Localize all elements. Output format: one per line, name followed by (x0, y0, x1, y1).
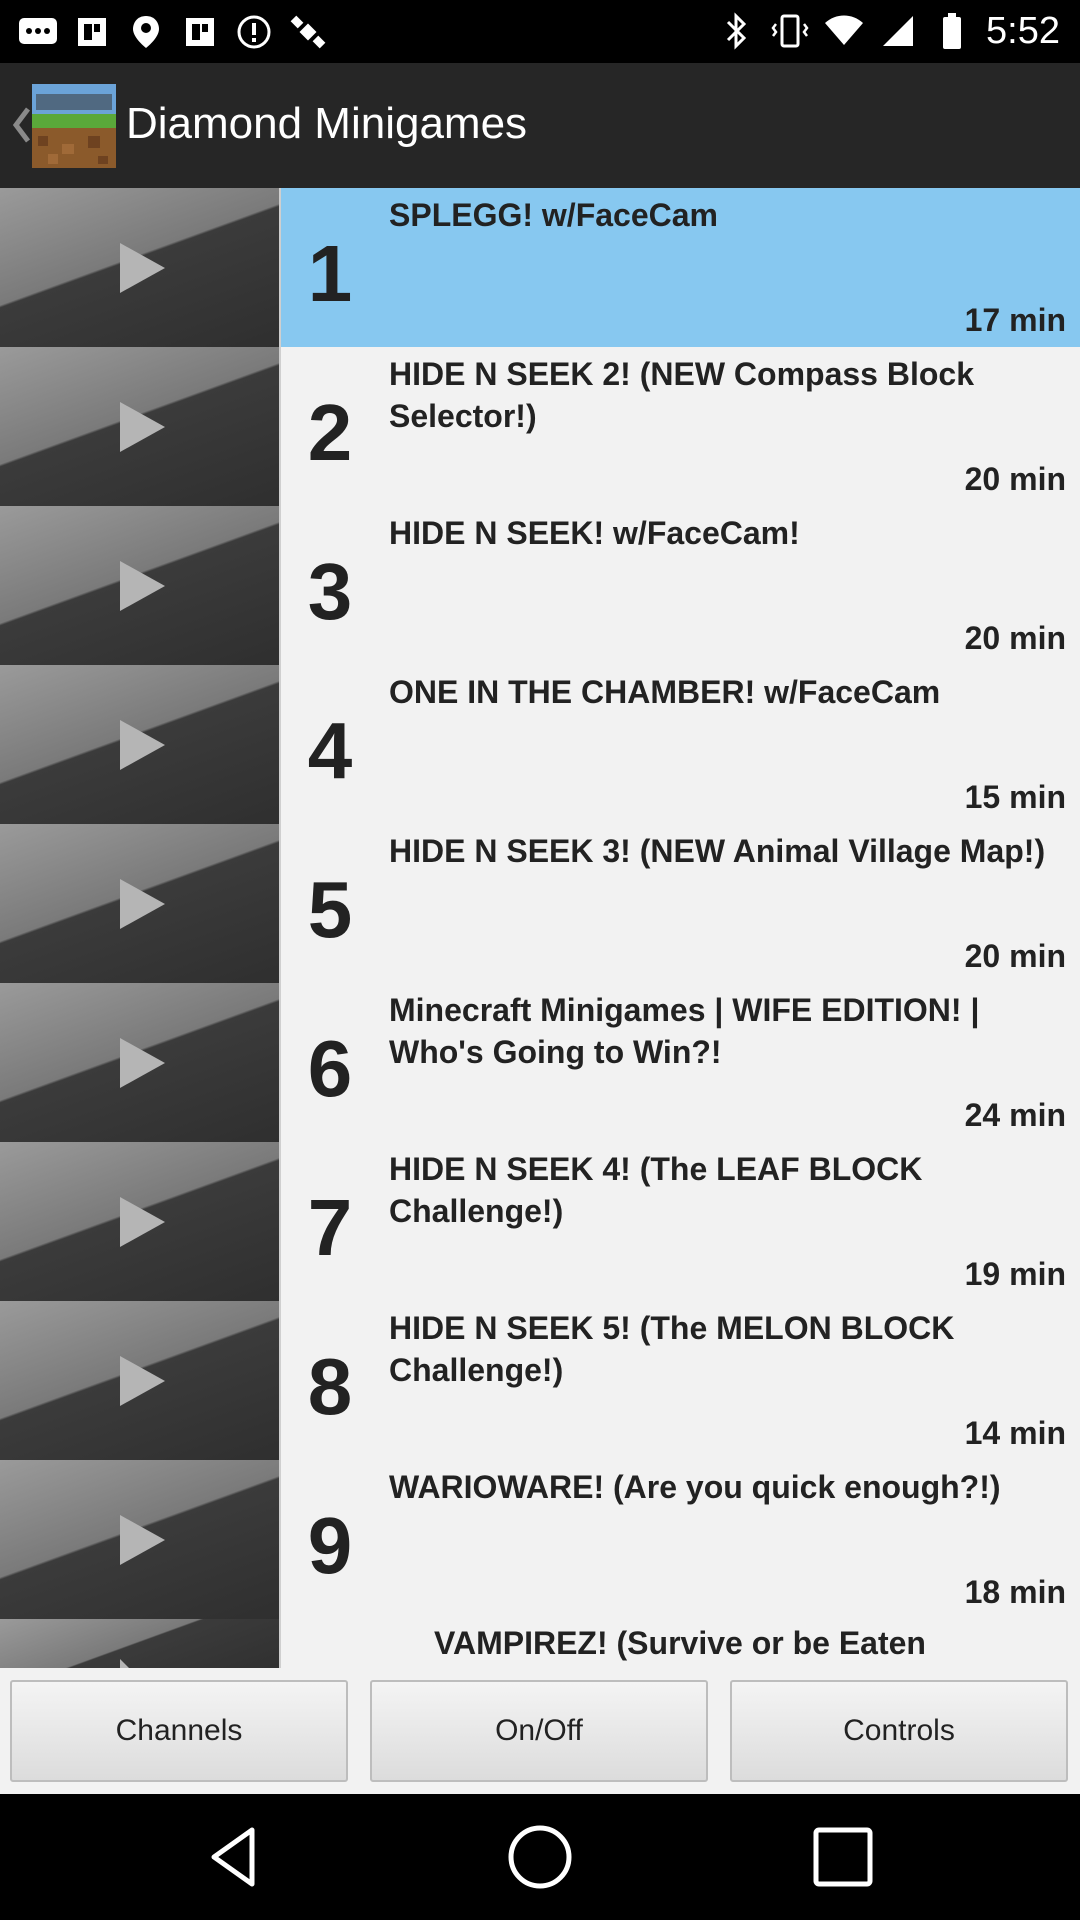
navigation-bar (0, 1794, 1080, 1920)
list-item[interactable]: 2 HIDE N SEEK 2! (NEW Compass Block Selec… (0, 347, 1080, 507)
video-thumbnail[interactable] (0, 1619, 281, 1668)
video-number: 1 (307, 229, 353, 318)
video-thumbnail[interactable] (0, 188, 281, 347)
video-number: 7 (307, 1183, 353, 1272)
partial-video-title: VAMPIREZ! (Survive or be Eaten (434, 1625, 926, 1661)
video-thumbnail[interactable] (0, 665, 281, 824)
wifi-icon (824, 14, 864, 48)
video-duration: 24 min (964, 1097, 1066, 1133)
video-title: HIDE N SEEK 3! (NEW Animal Village Map!) (389, 833, 1046, 869)
page-title: Diamond Minigames (126, 99, 528, 148)
video-number: 3 (307, 547, 353, 636)
list-item[interactable]: 5 HIDE N SEEK 3! (NEW Animal Village Map!… (0, 824, 1080, 984)
status-bar: 5:52 (0, 0, 1080, 63)
system-status-icons: 5:52 (716, 8, 1060, 54)
video-duration: 14 min (964, 1415, 1066, 1451)
on-off-button[interactable]: On/Off (370, 1680, 708, 1782)
satellite-icon (288, 15, 328, 49)
video-list[interactable]: 1 SPLEGG! w/FaceCam 17 min 2 HIDE N SEEK 2! … (0, 188, 1080, 1668)
video-title: HIDE N SEEK 4! (The LEAF BLOCK Challenge… (389, 1151, 923, 1229)
video-number: 4 (307, 706, 353, 795)
video-thumbnail[interactable] (0, 1460, 281, 1619)
video-thumbnail[interactable] (0, 1301, 281, 1460)
video-title: SPLEGG! w/FaceCam (389, 197, 718, 233)
vibrate-icon (770, 14, 810, 48)
recent-apps-icon[interactable] (808, 1822, 878, 1892)
video-duration: 20 min (964, 938, 1066, 974)
controls-button[interactable]: Controls (730, 1680, 1068, 1782)
app-logo-icon[interactable] (32, 84, 116, 168)
list-item[interactable]: 9 WARIOWARE! (Are you quick enough?!) 18 m… (0, 1460, 1080, 1620)
video-title: HIDE N SEEK 5! (The MELON BLOCK Challeng… (389, 1310, 955, 1388)
video-duration: 20 min (964, 461, 1066, 497)
video-number: 8 (307, 1342, 353, 1431)
battery-icon (932, 13, 972, 49)
video-title: ONE IN THE CHAMBER! w/FaceCam (389, 674, 941, 710)
photo-icon (72, 15, 112, 49)
list-item[interactable]: 8 HIDE N SEEK 5! (The MELON BLOCK Challen… (0, 1301, 1080, 1461)
video-number: 5 (307, 865, 353, 954)
video-thumbnail[interactable] (0, 506, 281, 665)
home-icon[interactable] (505, 1822, 575, 1892)
video-number: 2 (307, 388, 353, 477)
fake-gps-icon (126, 15, 166, 49)
video-duration: 19 min (964, 1256, 1066, 1292)
video-thumbnail[interactable] (0, 1142, 281, 1301)
photo-icon (180, 15, 220, 49)
message-icon (18, 15, 58, 49)
back-icon[interactable] (200, 1822, 270, 1892)
video-duration: 18 min (964, 1574, 1066, 1610)
video-duration: 15 min (964, 779, 1066, 815)
list-item[interactable]: 7 HIDE N SEEK 4! (The LEAF BLOCK Challeng… (0, 1142, 1080, 1302)
video-title: Minecraft Minigames | WIFE EDITION! | Wh… (389, 992, 980, 1070)
video-duration: 20 min (964, 620, 1066, 656)
video-title: HIDE N SEEK! w/FaceCam! (389, 515, 800, 551)
signal-icon (878, 14, 918, 48)
list-item[interactable]: 1 SPLEGG! w/FaceCam 17 min (0, 188, 1080, 348)
video-thumbnail[interactable] (0, 824, 281, 983)
bluetooth-icon (716, 12, 756, 50)
list-item[interactable]: 3 HIDE N SEEK! w/FaceCam! 20 min (0, 506, 1080, 666)
video-title: HIDE N SEEK 2! (NEW Compass Block Select… (389, 356, 974, 434)
alert-icon (234, 15, 274, 49)
video-title: WARIOWARE! (Are you quick enough?!) (389, 1469, 1001, 1505)
list-item[interactable]: 6 Minecraft Minigames | WIFE EDITION! | W… (0, 983, 1080, 1143)
notification-icons (18, 10, 328, 54)
video-number: 6 (307, 1024, 353, 1113)
video-thumbnail[interactable] (0, 983, 281, 1142)
clock: 5:52 (986, 9, 1060, 52)
list-item[interactable]: 4 ONE IN THE CHAMBER! w/FaceCam 15 min (0, 665, 1080, 825)
channels-button[interactable]: Channels (10, 1680, 348, 1782)
action-bar: Diamond Minigames (0, 63, 1080, 188)
back-chevron-icon[interactable] (8, 103, 34, 147)
bottom-button-bar: Channels On/Off Controls (0, 1668, 1080, 1794)
video-number: 9 (307, 1501, 353, 1590)
video-duration: 17 min (964, 302, 1066, 338)
video-thumbnail[interactable] (0, 347, 281, 506)
